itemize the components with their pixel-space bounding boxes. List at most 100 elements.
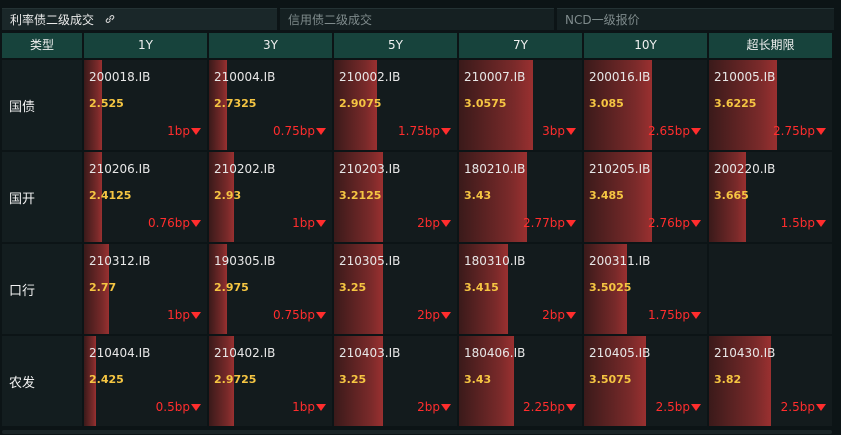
tab-label: 信用债二级成交 — [288, 13, 373, 27]
yield-change-value: 2.77bp — [523, 216, 565, 230]
down-triangle-icon — [441, 311, 451, 319]
horizontal-scrollbar[interactable] — [0, 429, 841, 435]
bond-cell[interactable]: 200016.IB 3.085 2.65bp — [584, 60, 707, 150]
yield-change: 2.76bp — [648, 216, 701, 230]
bond-yield: 2.9725 — [214, 373, 257, 386]
row-label: 国债 — [2, 60, 82, 150]
bond-cell — [709, 244, 832, 334]
bond-yield: 2.9075 — [339, 97, 382, 110]
yield-change-value: 1bp — [292, 400, 315, 414]
bond-cell[interactable]: 210205.IB 3.485 2.76bp — [584, 152, 707, 242]
bond-yield: 2.975 — [214, 281, 249, 294]
row-label: 国开 — [2, 152, 82, 242]
down-triangle-icon — [816, 127, 826, 135]
bond-cell[interactable]: 180406.IB 3.43 2.25bp — [459, 336, 582, 426]
bond-cell[interactable]: 200311.IB 3.5025 1.75bp — [584, 244, 707, 334]
bond-code: 210007.IB — [464, 70, 526, 84]
row-label: 口行 — [2, 244, 82, 334]
tab-rate-bond-secondary[interactable]: 利率债二级成交 — [2, 8, 277, 30]
bond-cell[interactable]: 210402.IB 2.9725 1bp — [209, 336, 332, 426]
yield-change-value: 0.5bp — [155, 400, 190, 414]
bond-cell[interactable]: 210002.IB 2.9075 1.75bp — [334, 60, 457, 150]
yield-change: 2.5bp — [656, 400, 701, 414]
down-triangle-icon — [441, 127, 451, 135]
tab-credit-bond-secondary[interactable]: 信用债二级成交 — [280, 8, 554, 30]
bond-code: 210202.IB — [214, 162, 276, 176]
down-triangle-icon — [316, 127, 326, 135]
bond-yield: 3.085 — [589, 97, 624, 110]
yield-change: 1bp — [292, 400, 326, 414]
bond-code: 210430.IB — [714, 346, 776, 360]
yield-change: 1bp — [167, 124, 201, 138]
bond-code: 210002.IB — [339, 70, 401, 84]
bond-cell[interactable]: 210305.IB 3.25 2bp — [334, 244, 457, 334]
bond-yield: 3.25 — [339, 373, 367, 386]
bond-cell[interactable]: 180210.IB 3.43 2.77bp — [459, 152, 582, 242]
bond-yield: 3.43 — [464, 373, 492, 386]
down-triangle-icon — [566, 219, 576, 227]
bond-cell[interactable]: 210005.IB 3.6225 2.75bp — [709, 60, 832, 150]
yield-change: 1bp — [292, 216, 326, 230]
bond-cell[interactable]: 210203.IB 3.2125 2bp — [334, 152, 457, 242]
tab-bar: 利率债二级成交 信用债二级成交 NCD一级报价 — [0, 0, 841, 31]
yield-change-value: 1.5bp — [780, 216, 815, 230]
yield-change-value: 1.75bp — [398, 124, 440, 138]
down-triangle-icon — [566, 311, 576, 319]
yield-change-value: 2.5bp — [655, 400, 690, 414]
yield-change-value: 2.25bp — [523, 400, 565, 414]
yield-change-value: 2bp — [417, 400, 440, 414]
down-triangle-icon — [566, 403, 576, 411]
yield-change-value: 2bp — [417, 216, 440, 230]
column-header[interactable]: 超长期限 — [709, 33, 832, 58]
bond-yield: 3.2125 — [339, 189, 382, 202]
bond-cell[interactable]: 210206.IB 2.4125 0.76bp — [84, 152, 207, 242]
bond-yield: 2.7325 — [214, 97, 257, 110]
bond-cell[interactable]: 210403.IB 3.25 2bp — [334, 336, 457, 426]
bond-code: 210403.IB — [339, 346, 401, 360]
column-header[interactable]: 3Y — [209, 33, 332, 58]
down-triangle-icon — [191, 403, 201, 411]
bond-cell[interactable]: 210004.IB 2.7325 0.75bp — [209, 60, 332, 150]
yield-change-value: 1bp — [292, 216, 315, 230]
bond-yield: 2.77 — [89, 281, 117, 294]
down-triangle-icon — [316, 219, 326, 227]
down-triangle-icon — [566, 127, 576, 135]
bond-yield: 3.0575 — [464, 97, 507, 110]
link-icon[interactable] — [104, 10, 116, 32]
bond-cell[interactable]: 190305.IB 2.975 0.75bp — [209, 244, 332, 334]
bond-cell[interactable]: 210202.IB 2.93 1bp — [209, 152, 332, 242]
bond-code: 210404.IB — [89, 346, 151, 360]
bond-yield: 2.525 — [89, 97, 124, 110]
bond-yield: 3.25 — [339, 281, 367, 294]
bond-matrix-table: 类型 1Y 3Y 5Y 7Y 10Y 超长期限 国债 200018.IB 2.525 1bp 210… — [0, 31, 834, 427]
column-header[interactable]: 5Y — [334, 33, 457, 58]
down-triangle-icon — [441, 403, 451, 411]
bond-cell[interactable]: 200220.IB 3.665 1.5bp — [709, 152, 832, 242]
column-header[interactable]: 7Y — [459, 33, 582, 58]
bond-cell[interactable]: 210430.IB 3.82 2.5bp — [709, 336, 832, 426]
down-triangle-icon — [316, 403, 326, 411]
bond-cell[interactable]: 210007.IB 3.0575 3bp — [459, 60, 582, 150]
bond-cell[interactable]: 180310.IB 3.415 2bp — [459, 244, 582, 334]
down-triangle-icon — [691, 219, 701, 227]
bond-code: 210305.IB — [339, 254, 401, 268]
bond-cell[interactable]: 210312.IB 2.77 1bp — [84, 244, 207, 334]
down-triangle-icon — [191, 219, 201, 227]
bond-code: 210206.IB — [89, 162, 151, 176]
yield-change: 1bp — [167, 308, 201, 322]
bond-cell[interactable]: 200018.IB 2.525 1bp — [84, 60, 207, 150]
column-header[interactable]: 10Y — [584, 33, 707, 58]
down-triangle-icon — [191, 127, 201, 135]
down-triangle-icon — [441, 219, 451, 227]
bond-cell[interactable]: 210405.IB 3.5075 2.5bp — [584, 336, 707, 426]
bond-code: 200311.IB — [589, 254, 651, 268]
yield-change: 2bp — [417, 216, 451, 230]
yield-change-value: 2bp — [417, 308, 440, 322]
bond-code: 210402.IB — [214, 346, 276, 360]
tab-ncd-primary[interactable]: NCD一级报价 — [557, 8, 834, 30]
scrollbar-thumb[interactable] — [2, 430, 832, 434]
yield-change-value: 2.5bp — [780, 400, 815, 414]
yield-change-value: 1bp — [167, 124, 190, 138]
column-header[interactable]: 1Y — [84, 33, 207, 58]
bond-cell[interactable]: 210404.IB 2.425 0.5bp — [84, 336, 207, 426]
